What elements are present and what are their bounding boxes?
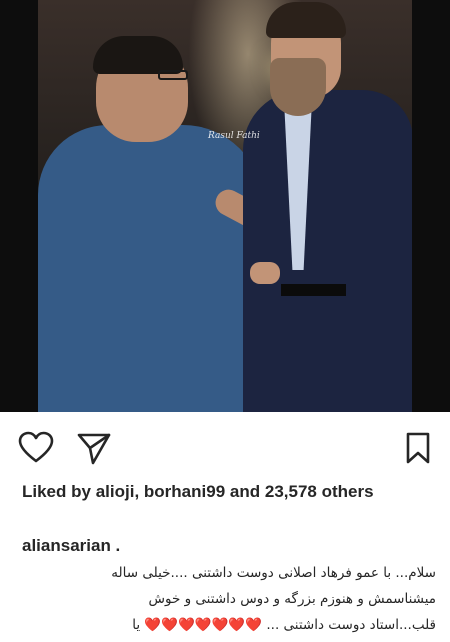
likes-prefix: Liked by	[22, 482, 91, 501]
person-left-glasses	[158, 70, 188, 80]
likes-others[interactable]: others	[322, 482, 374, 501]
likes-summary[interactable]: Liked by alioji, borhani99 and 23,578 ot…	[22, 481, 432, 503]
person-right	[243, 90, 412, 412]
photo-content	[38, 0, 412, 412]
caption-line-1: سلام... با عمو فرهاد اصلانی دوست داشتنی …	[111, 565, 436, 581]
post-action-bar	[0, 412, 450, 478]
caption-line-3: قلب...استاد دوست داشتنی ... ❤️❤️❤️❤️❤️❤️…	[14, 612, 436, 638]
caption-line-3-text: قلب...استاد دوست داشتنی ...	[266, 617, 436, 633]
caption-line-2: میشناسمش و هنوزم بزرگه و دوس داشتنی و خو…	[148, 591, 436, 607]
person-left-hair	[93, 36, 183, 74]
liker-link-borhani99[interactable]: borhani99	[144, 482, 225, 501]
post-caption: سلام... با عمو فرهاد اصلانی دوست داشتنی …	[14, 560, 436, 638]
caption-line-3-end: یا	[132, 617, 141, 633]
likes-separator: ,	[134, 482, 140, 501]
person-left	[38, 125, 263, 412]
paper-plane-icon	[77, 433, 111, 465]
person-right-hair	[266, 2, 346, 38]
person-right-belt	[281, 284, 346, 296]
bookmark-icon	[406, 432, 430, 464]
likes-count[interactable]: 23,578	[265, 482, 317, 501]
liker-link-alioji[interactable]: alioji	[96, 482, 135, 501]
heart-outline-icon	[18, 431, 54, 463]
save-button[interactable]	[400, 430, 436, 466]
share-button[interactable]	[76, 430, 112, 466]
likes-and: and	[229, 482, 261, 501]
heart-emoji-icons: ❤️❤️❤️❤️❤️❤️❤️	[144, 617, 263, 633]
like-button[interactable]	[18, 430, 54, 466]
photo-watermark: Rasul Fathi	[208, 131, 260, 141]
author-username[interactable]: aliansarian .	[22, 536, 120, 556]
person-right-beard	[270, 58, 326, 116]
post-photo[interactable]: Rasul Fathi	[0, 0, 450, 412]
person-right-hand	[250, 262, 280, 284]
